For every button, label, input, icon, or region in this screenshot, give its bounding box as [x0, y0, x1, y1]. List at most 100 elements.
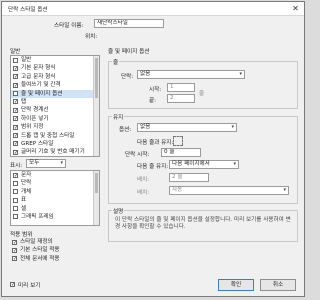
bottom-check-item[interactable]: ✓ 기본 스타일 적용 — [10, 246, 100, 254]
category-label: 일반 — [21, 57, 32, 63]
filter-item[interactable]: 단락 — [11, 179, 99, 187]
bottom-check-checkbox[interactable]: ✓ — [12, 239, 17, 245]
category-checkbox[interactable]: ✓ — [13, 124, 18, 130]
filter-checkbox[interactable] — [13, 180, 18, 186]
category-checkbox[interactable] — [13, 57, 18, 63]
filter-item[interactable]: ✓ 문자 — [11, 171, 99, 179]
category-item[interactable]: ✓ 단락 경계선 — [11, 106, 99, 114]
category-scrollbar[interactable] — [93, 56, 99, 156]
category-label: 고급 문자 형식 — [21, 73, 56, 80]
category-item[interactable]: ✓ 하이픈 넣기 — [11, 115, 99, 123]
category-item[interactable]: 줄 및 페이지 옵션 — [11, 89, 99, 98]
close-icon[interactable]: ✕ — [291, 4, 300, 13]
keep-place-value: 자동 — [172, 187, 183, 193]
keep-place-label-2: 배치: — [137, 190, 150, 196]
general-header: 일반 — [10, 49, 21, 55]
category-checkbox[interactable]: ✓ — [13, 82, 18, 88]
chevron-down-icon: ▾ — [231, 124, 234, 130]
lines-end-label: 끝: — [149, 98, 157, 104]
filter-scrollbar[interactable] — [93, 171, 99, 225]
dialog-window: 단락 스타일 옵션 ✕ 스타일 이름: 새단락스타일 위치: 일반 일반 ✓ 기본 … — [1, 1, 305, 297]
lines-mode-dropdown[interactable]: 없음 ▾ — [137, 70, 245, 79]
chevron-down-icon: ▾ — [60, 160, 63, 166]
keep-start-label: 단락 시작: — [125, 152, 150, 158]
category-checkbox[interactable]: ✓ — [13, 107, 18, 113]
category-label: 드롭 캡 및 중첩 스타일 — [21, 132, 75, 139]
keep-next-input[interactable]: 0 줄 — [161, 148, 201, 157]
keep-header: 유지 — [112, 113, 125, 121]
filter-item[interactable]: 셀 — [11, 205, 99, 213]
filter-item[interactable]: 표 — [11, 196, 99, 204]
notes-text: 이 단락 스타일의 줄 및 페이지 옵션을 설정합니다. 미리 보기를 사용하여… — [115, 217, 291, 230]
style-name-input[interactable]: 새단락스타일 — [94, 19, 164, 28]
ok-button[interactable]: 확인 — [218, 279, 254, 291]
keep-options-dropdown[interactable]: 없음 ▾ — [137, 123, 237, 132]
bottom-check-item[interactable]: ✓ 스타일 재정의 — [10, 238, 100, 246]
filter-label: 문자 — [21, 172, 32, 178]
cancel-button[interactable]: 취소 — [260, 279, 296, 291]
bottom-check-checkbox[interactable]: ✓ — [12, 247, 17, 253]
category-checkbox[interactable]: ✓ — [13, 116, 18, 122]
keep-lines-label: 다음 줄 유지: — [137, 164, 169, 170]
category-scroll-thumb[interactable] — [95, 58, 98, 98]
filter-label: 표시: — [10, 163, 23, 169]
category-checkbox[interactable]: ✓ — [13, 99, 18, 105]
bottom-checks: ✓ 스타일 재정의 ✓ 기본 스타일 적용 ✓ 전체 문서에 적용 — [10, 238, 100, 263]
keep-options-value: 없음 — [140, 124, 151, 130]
category-item[interactable]: ✓ 기본 문자 형식 — [11, 64, 99, 72]
category-item[interactable]: ✓ 드롭 캡 및 중첩 스타일 — [11, 132, 99, 140]
category-item[interactable]: ✓ 고급 문자 형식 — [11, 73, 99, 81]
bottom-check-item[interactable]: ✓ 전체 문서에 적용 — [10, 255, 100, 263]
window-title: 단락 스타일 옵션 — [8, 7, 48, 13]
filter-checkbox[interactable]: ✓ — [13, 172, 18, 178]
category-item[interactable]: 일반 — [11, 56, 99, 64]
category-checkbox[interactable]: ✓ — [13, 74, 18, 80]
category-checkbox[interactable]: ✓ — [13, 149, 18, 155]
preview-checkbox[interactable]: ✓ — [10, 282, 15, 288]
category-checkbox[interactable] — [13, 91, 18, 97]
filter-list: ✓ 문자 단락 개체 표 셀 그래픽 프레임 — [10, 170, 100, 226]
filter-item[interactable]: 그래픽 프레임 — [11, 213, 99, 221]
category-list: 일반 ✓ 기본 문자 형식 ✓ 고급 문자 형식 ✓ 들여쓰기 및 간격 줄 및 페이지 옵션… — [10, 55, 100, 157]
filter-label: 표 — [21, 197, 27, 204]
filter-checkbox[interactable] — [13, 206, 18, 212]
lines-end-input[interactable]: 2 — [167, 94, 195, 103]
filter-dropdown[interactable]: 모두 ▾ — [26, 159, 66, 168]
category-checkbox[interactable]: ✓ — [13, 65, 18, 71]
category-item[interactable]: ✓ 들여쓰기 및 간격 — [11, 81, 99, 89]
category-label: GREP 스타일 — [21, 140, 54, 147]
category-checkbox[interactable]: ✓ — [13, 133, 18, 139]
filter-label: 셀 — [21, 205, 27, 212]
category-label: 탭 — [21, 98, 27, 105]
style-name-label: 스타일 이름: — [54, 23, 84, 29]
category-item[interactable]: ✓ 탭 — [11, 98, 99, 106]
keep-options-label: 옵션: — [119, 127, 132, 133]
bottom-check-checkbox[interactable]: ✓ — [12, 256, 17, 262]
chevron-down-icon: ▾ — [239, 71, 242, 77]
bottom-checks-header: 적용 범위 — [10, 232, 33, 238]
category-item[interactable]: ✓ 범위 지정 — [11, 123, 99, 131]
bottom-check-label: 전체 문서에 적용 — [20, 255, 60, 262]
category-checkbox[interactable]: ✓ — [13, 141, 18, 147]
preview-label: 미리 보기 — [18, 283, 41, 289]
keep-next-label: 다음 줄과 유지: — [137, 140, 174, 146]
keep-start-value: 다음 페이지에서 — [172, 161, 210, 167]
keep-lines-input[interactable]: 2 줄 — [169, 173, 209, 182]
filter-checkbox[interactable] — [13, 214, 18, 220]
keep-start-dropdown[interactable]: 다음 페이지에서 ▾ — [169, 160, 239, 169]
category-item[interactable]: ✓ GREP 스타일 — [11, 140, 99, 148]
notes-group: 설명 이 단락 스타일의 줄 및 페이지 옵션을 설정합니다. 미리 보기를 사… — [108, 207, 298, 242]
filter-item[interactable]: 개체 — [11, 188, 99, 196]
keep-place-dropdown[interactable]: 자동 ▾ — [169, 186, 289, 195]
filter-checkbox[interactable] — [13, 189, 18, 195]
filter-scroll-thumb[interactable] — [95, 173, 98, 193]
filter-checkbox[interactable] — [13, 197, 18, 203]
category-item[interactable]: ✓ 글머리 기호 및 번호 매기기 — [11, 148, 99, 156]
lines-mode-value: 없음 — [140, 71, 151, 77]
filter-value: 모두 — [29, 160, 40, 166]
location-label: 위치: — [85, 34, 98, 40]
lines-start-input[interactable]: 1 — [167, 83, 195, 92]
chevron-down-icon: ▾ — [283, 187, 286, 193]
notes-header: 설명 — [112, 207, 125, 215]
keep-place-label: 배치: — [137, 177, 150, 183]
